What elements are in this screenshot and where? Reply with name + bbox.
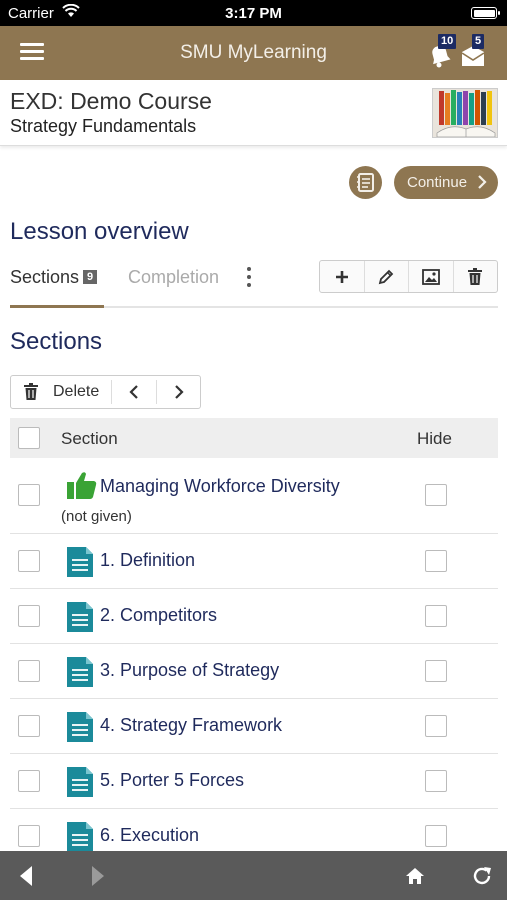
- triangle-right-icon: [92, 865, 104, 886]
- section-column-header: Section: [61, 429, 118, 448]
- row-subtitle: (not given): [61, 508, 132, 525]
- triangle-left-icon: [20, 865, 32, 886]
- sections-toolbar: Delete: [10, 375, 201, 409]
- select-all-checkbox[interactable]: [18, 427, 40, 449]
- document-icon: [67, 602, 93, 632]
- home-icon: [406, 867, 424, 884]
- row-select-checkbox[interactable]: [18, 605, 40, 627]
- hide-checkbox[interactable]: [425, 770, 447, 792]
- course-header: EXD: Demo Course Strategy Fundamentals: [0, 80, 507, 146]
- tab-sections[interactable]: Sections 9: [10, 267, 98, 288]
- hide-checkbox[interactable]: [425, 660, 447, 682]
- table-row: Managing Workforce Diversity (not given): [10, 458, 498, 534]
- row-select-checkbox[interactable]: [18, 550, 40, 572]
- sections-table: Section Hide Managing Workforce Diversit…: [10, 418, 498, 864]
- hide-checkbox[interactable]: [425, 605, 447, 627]
- row-title[interactable]: 6. Execution: [100, 825, 199, 846]
- pencil-icon: [379, 269, 394, 284]
- table-row: 2. Competitors: [10, 589, 498, 644]
- row-title[interactable]: 5. Porter 5 Forces: [100, 770, 244, 791]
- row-select-checkbox[interactable]: [18, 825, 40, 847]
- table-row: 5. Porter 5 Forces: [10, 754, 498, 809]
- bottom-navigation-bar: [0, 851, 507, 900]
- table-row: 1. Definition: [10, 534, 498, 589]
- forward-button[interactable]: [76, 851, 120, 900]
- delete-label: Delete: [53, 383, 100, 400]
- tab-completion[interactable]: Completion: [128, 267, 219, 288]
- row-title[interactable]: 1. Definition: [100, 550, 195, 571]
- trash-icon: [24, 383, 38, 400]
- app-header: SMU MyLearning 10 5: [0, 26, 507, 80]
- row-title[interactable]: 2. Competitors: [100, 605, 217, 626]
- messages-button[interactable]: 5: [460, 34, 490, 68]
- battery-icon: [471, 7, 500, 19]
- sections-heading: Sections: [10, 328, 103, 355]
- table-row: 4. Strategy Framework: [10, 699, 498, 754]
- clock: 3:17 PM: [225, 5, 282, 22]
- course-thumbnail: [432, 88, 498, 138]
- document-icon: [67, 547, 93, 577]
- home-button[interactable]: [393, 851, 437, 900]
- document-icon: [67, 712, 93, 742]
- more-options-icon[interactable]: [244, 266, 254, 288]
- continue-label: Continue: [407, 174, 468, 191]
- document-icon: [67, 822, 93, 852]
- chevron-right-icon: [175, 385, 184, 399]
- hide-checkbox[interactable]: [425, 550, 447, 572]
- chevron-right-icon: [478, 175, 487, 189]
- row-select-checkbox[interactable]: [18, 484, 40, 506]
- plus-icon: [335, 270, 348, 283]
- notebook-button[interactable]: [349, 166, 382, 199]
- document-icon: [67, 657, 93, 687]
- row-select-checkbox[interactable]: [18, 770, 40, 792]
- notifications-button[interactable]: 10: [428, 34, 457, 68]
- thumbs-up-icon: [67, 472, 97, 499]
- trash-icon: [468, 267, 483, 285]
- refresh-icon: [473, 866, 491, 884]
- notebook-icon: [357, 173, 374, 192]
- row-title[interactable]: 4. Strategy Framework: [100, 715, 282, 736]
- row-title[interactable]: Managing Workforce Diversity: [100, 476, 340, 497]
- tab-sections-label: Sections: [10, 267, 80, 287]
- hide-column-header: Hide: [417, 429, 452, 448]
- chevron-left-icon: [129, 385, 138, 399]
- sections-count-badge: 9: [83, 270, 98, 284]
- move-down-button[interactable]: [157, 376, 201, 408]
- hide-checkbox[interactable]: [425, 715, 447, 737]
- course-title: EXD: Demo Course: [10, 88, 212, 114]
- course-subtitle: Strategy Fundamentals: [10, 116, 197, 136]
- notifications-badge: 10: [438, 34, 457, 49]
- status-bar: Carrier 3:17 PM: [0, 0, 507, 26]
- lesson-toolbar: [319, 260, 498, 293]
- hide-checkbox[interactable]: [425, 484, 447, 506]
- row-select-checkbox[interactable]: [18, 660, 40, 682]
- image-button[interactable]: [409, 261, 454, 292]
- row-title[interactable]: 3. Purpose of Strategy: [100, 660, 279, 681]
- delete-lesson-button[interactable]: [454, 261, 498, 292]
- back-button[interactable]: [4, 851, 48, 900]
- row-select-checkbox[interactable]: [18, 715, 40, 737]
- continue-button[interactable]: Continue: [394, 166, 498, 199]
- add-button[interactable]: [320, 261, 365, 292]
- edit-button[interactable]: [365, 261, 409, 292]
- lesson-tabs: Sections 9 Completion: [10, 260, 498, 308]
- delete-button[interactable]: Delete: [11, 376, 111, 408]
- move-up-button[interactable]: [112, 376, 156, 408]
- refresh-button[interactable]: [460, 851, 504, 900]
- table-header: Section Hide: [10, 418, 498, 458]
- active-tab-indicator: [10, 305, 104, 308]
- image-icon: [421, 268, 440, 285]
- lesson-overview-heading: Lesson overview: [10, 218, 189, 245]
- table-row: 3. Purpose of Strategy: [10, 644, 498, 699]
- hide-checkbox[interactable]: [425, 825, 447, 847]
- messages-badge: 5: [472, 34, 485, 49]
- document-icon: [67, 767, 93, 797]
